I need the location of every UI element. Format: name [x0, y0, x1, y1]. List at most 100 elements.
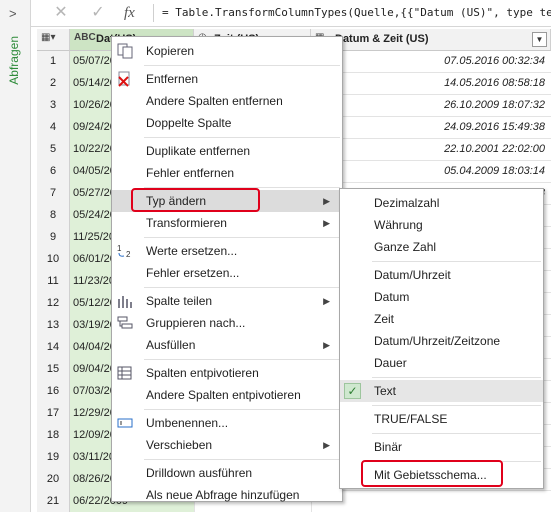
row-number[interactable]: 6: [37, 161, 70, 183]
menu-item-label: Werte ersetzen...: [146, 244, 238, 258]
submenu-item-label: Ganze Zahl: [374, 240, 437, 254]
cell-datum-zeit-us[interactable]: 05.04.2009 18:03:14: [311, 161, 551, 183]
row-number[interactable]: 11: [37, 271, 70, 293]
cell-datum-zeit-us[interactable]: 07.05.2016 00:32:34: [311, 51, 551, 73]
submenu-item-label: Dauer: [374, 356, 407, 370]
submenu-separator: [372, 433, 541, 434]
type-binaer[interactable]: Binär: [340, 436, 543, 458]
menu-item-entfernen[interactable]: Entfernen: [112, 68, 342, 90]
menu-item-gruppieren-nach[interactable]: Gruppieren nach...: [112, 312, 342, 334]
type-datum-uhrzeit-zeitzone[interactable]: Datum/Uhrzeit/Zeitzone: [340, 330, 543, 352]
submenu-item-label: Zeit: [374, 312, 395, 326]
row-number[interactable]: 5: [37, 139, 70, 161]
split-column-icon: [116, 293, 134, 309]
menu-item-verschieben[interactable]: Verschieben ▶: [112, 434, 342, 456]
row-number[interactable]: 21: [37, 491, 70, 512]
menu-item-transformieren[interactable]: Transformieren ▶: [112, 212, 342, 234]
menu-item-label: Andere Spalten entpivotieren: [146, 388, 301, 402]
menu-item-kopieren[interactable]: Kopieren: [112, 40, 342, 62]
highlight-typ-aendern: [131, 188, 260, 212]
submenu-item-label: Text: [374, 384, 397, 398]
cancel-icon[interactable]: ✕: [47, 2, 75, 24]
row-number[interactable]: 18: [37, 425, 70, 447]
menu-item-fehler-entfernen[interactable]: Fehler entfernen: [112, 162, 342, 184]
row-number[interactable]: 20: [37, 469, 70, 491]
submenu-item-label: Dezimalzahl: [374, 196, 440, 210]
type-text[interactable]: ✓ Text: [340, 380, 543, 402]
type-waehrung[interactable]: Währung: [340, 214, 543, 236]
menu-item-duplikate-entfernen[interactable]: Duplikate entfernen: [112, 140, 342, 162]
row-number[interactable]: 7: [37, 183, 70, 205]
table-corner-menu[interactable]: ▦▾: [37, 29, 70, 51]
formula-bar: ✕ ✓ fx = Table.TransformColumnTypes(Quel…: [31, 0, 551, 27]
type-ganze-zahl[interactable]: Ganze Zahl: [340, 236, 543, 258]
type-zeit[interactable]: Zeit: [340, 308, 543, 330]
checkmark-icon: ✓: [344, 383, 361, 399]
menu-item-umbenennen[interactable]: Umbenennen...: [112, 412, 342, 434]
cell-datum-zeit-us[interactable]: 22.10.2001 22:02:00: [311, 139, 551, 161]
submenu-arrow-icon: ▶: [323, 440, 330, 450]
menu-item-spalten-entpivotieren[interactable]: Spalten entpivotieren: [112, 362, 342, 384]
column-header-datum-zeit-us[interactable]: ▦ Datum & Zeit (US) ▼: [311, 29, 551, 51]
queries-pane-label[interactable]: Abfragen: [7, 36, 21, 85]
cell-datum-zeit-us[interactable]: 14.05.2016 08:58:18: [311, 73, 551, 95]
remove-column-icon: [116, 71, 134, 87]
menu-separator: [144, 65, 340, 66]
type-datum-uhrzeit[interactable]: Datum/Uhrzeit: [340, 264, 543, 286]
expand-chevron-icon[interactable]: >: [9, 6, 17, 21]
menu-item-label: Transformieren: [146, 216, 227, 230]
cell-datum-zeit-us[interactable]: [311, 491, 551, 512]
menu-item-label: Entfernen: [146, 72, 199, 86]
menu-item-als-neue-abfrage[interactable]: Als neue Abfrage hinzufügen: [112, 484, 342, 506]
row-number[interactable]: 17: [37, 403, 70, 425]
menu-separator: [144, 287, 340, 288]
row-number[interactable]: 8: [37, 205, 70, 227]
row-number[interactable]: 12: [37, 293, 70, 315]
type-true-false[interactable]: TRUE/FALSE: [340, 408, 543, 430]
cell-datum-zeit-us[interactable]: 26.10.2009 18:07:32: [311, 95, 551, 117]
row-number[interactable]: 16: [37, 381, 70, 403]
type-dauer[interactable]: Dauer: [340, 352, 543, 374]
confirm-icon[interactable]: ✓: [84, 2, 112, 24]
row-number[interactable]: 10: [37, 249, 70, 271]
submenu-arrow-icon: ▶: [323, 340, 330, 350]
row-number[interactable]: 2: [37, 73, 70, 95]
svg-text:1: 1: [117, 244, 122, 253]
filter-dropdown-icon[interactable]: ▼: [532, 32, 547, 47]
row-number[interactable]: 15: [37, 359, 70, 381]
menu-item-label: Andere Spalten entfernen: [146, 94, 283, 108]
row-number[interactable]: 19: [37, 447, 70, 469]
menu-item-fehler-ersetzen[interactable]: Fehler ersetzen...: [112, 262, 342, 284]
row-number[interactable]: 9: [37, 227, 70, 249]
queries-pane[interactable]: > Abfragen: [0, 0, 31, 512]
submenu-item-label: TRUE/FALSE: [374, 412, 448, 426]
row-number[interactable]: 13: [37, 315, 70, 337]
formula-input[interactable]: = Table.TransformColumnTypes(Quelle,{{"D…: [162, 6, 551, 19]
menu-item-werte-ersetzen[interactable]: 12 Werte ersetzen...: [112, 240, 342, 262]
menu-item-label: Als neue Abfrage hinzufügen: [146, 488, 300, 502]
row-number[interactable]: 1: [37, 51, 70, 73]
menu-item-label: Spalte teilen: [146, 294, 213, 308]
row-number[interactable]: 3: [37, 95, 70, 117]
menu-item-andere-spalten-entfernen[interactable]: Andere Spalten entfernen: [112, 90, 342, 112]
row-number[interactable]: 14: [37, 337, 70, 359]
menu-item-spalte-teilen[interactable]: Spalte teilen ▶: [112, 290, 342, 312]
submenu-arrow-icon: ▶: [323, 196, 330, 206]
submenu-arrow-icon: ▶: [323, 296, 330, 306]
submenu-item-label: Binär: [374, 440, 403, 454]
type-datum[interactable]: Datum: [340, 286, 543, 308]
submenu-item-label: Datum/Uhrzeit/Zeitzone: [374, 334, 501, 348]
type-dezimalzahl[interactable]: Dezimalzahl: [340, 192, 543, 214]
cell-datum-zeit-us[interactable]: 24.09.2016 15:49:38: [311, 117, 551, 139]
menu-item-ausfuellen[interactable]: Ausfüllen ▶: [112, 334, 342, 356]
submenu-arrow-icon: ▶: [323, 218, 330, 228]
menu-item-label: Drilldown ausführen: [146, 466, 253, 480]
fx-icon[interactable]: fx: [124, 2, 144, 24]
text-type-icon[interactable]: ABC: [74, 32, 96, 43]
menu-item-doppelte-spalte[interactable]: Doppelte Spalte: [112, 112, 342, 134]
formula-separator: [153, 4, 154, 22]
replace-values-icon: 12: [116, 243, 134, 259]
row-number[interactable]: 4: [37, 117, 70, 139]
menu-item-drilldown[interactable]: Drilldown ausführen: [112, 462, 342, 484]
menu-item-andere-spalten-entpivotieren[interactable]: Andere Spalten entpivotieren: [112, 384, 342, 406]
